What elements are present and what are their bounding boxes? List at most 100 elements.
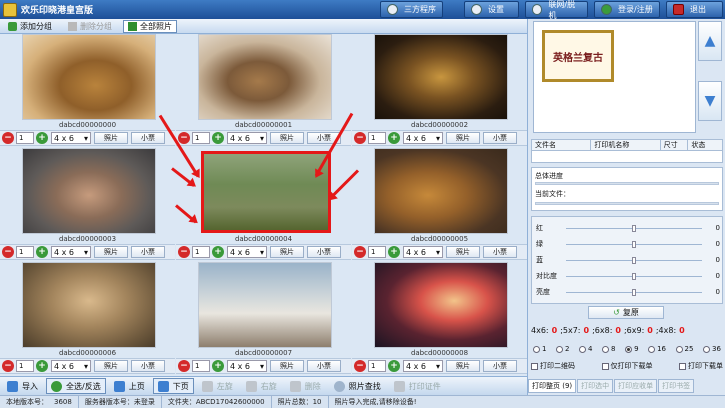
ticket-button[interactable]: 小票 [131,132,165,144]
ticket-button[interactable]: 小票 [483,132,517,144]
plus-icon[interactable]: + [212,132,224,144]
photo-button[interactable]: 照片 [446,132,480,144]
minus-icon[interactable]: − [2,132,14,144]
photo-search-button[interactable]: 照片查找 [329,378,386,394]
ticket-button[interactable]: 小票 [307,246,341,258]
quantity-input[interactable]: 1 [16,360,34,372]
ticket-button[interactable]: 小票 [131,360,165,372]
quantity-input[interactable]: 1 [192,246,210,258]
add-group-button[interactable]: 添加分组 [3,20,57,33]
photo-button[interactable]: 照片 [446,360,480,372]
photo-button[interactable]: 照片 [270,360,304,372]
preview-template[interactable]: 英格兰复古 [542,30,614,82]
print-qrcode-checkbox[interactable]: 打印二维码 [531,361,575,371]
import-button[interactable]: 导入 [2,378,43,394]
radio-36[interactable]: 36 [703,345,721,353]
login-button[interactable]: 登录/注册 [594,1,660,18]
plus-icon[interactable]: + [388,132,400,144]
reset-button[interactable]: ↺ 复原 [588,306,664,319]
scroll-down-button[interactable]: ▼ [698,81,722,121]
photo-thumbnail[interactable] [22,34,156,120]
slider-thumb[interactable] [632,256,636,264]
minus-icon[interactable]: − [2,246,14,258]
plus-icon[interactable]: + [212,246,224,258]
photo-button[interactable]: 照片 [270,132,304,144]
rotate-left-button[interactable]: 左旋 [197,378,238,394]
print-id-button[interactable]: 打印证件 [389,378,446,394]
minus-icon[interactable]: − [354,246,366,258]
photo-thumbnail[interactable] [198,34,332,120]
photo-thumbnail[interactable] [198,262,332,348]
print-receivable-button[interactable]: 打印应收单 [614,379,658,393]
delete-button[interactable]: 删除 [285,378,326,394]
photo-button[interactable]: 照片 [270,246,304,258]
size-select[interactable]: 4 x 6 ▾ [403,132,443,144]
slider-green[interactable]: 绿 0 [532,237,724,251]
print-page-button[interactable]: 打印整页 (9) [528,379,577,393]
minus-icon[interactable]: − [354,360,366,372]
size-select[interactable]: 4 x 6 ▾ [403,246,443,258]
size-select[interactable]: 4 x 6 ▾ [51,360,91,372]
plus-icon[interactable]: + [36,132,48,144]
radio-16[interactable]: 16 [648,345,666,353]
print-download-checkbox[interactable]: 打印下载单 [679,361,723,371]
photo-thumbnail[interactable] [374,148,508,234]
plus-icon[interactable]: + [36,246,48,258]
minus-icon[interactable]: − [178,132,190,144]
photo-thumbnail-selected[interactable] [201,151,331,233]
photo-button[interactable]: 照片 [94,132,128,144]
quantity-input[interactable]: 1 [368,246,386,258]
quantity-input[interactable]: 1 [368,360,386,372]
plus-icon[interactable]: + [212,360,224,372]
third-party-button[interactable]: 三方程序 [380,1,443,18]
radio-2[interactable]: 2 [556,345,569,353]
slider-thumb[interactable] [632,224,636,232]
network-button[interactable]: 联网/脱机 [525,0,588,20]
slider-red[interactable]: 红 0 [532,221,724,235]
plus-icon[interactable]: + [388,246,400,258]
slider-thumb[interactable] [632,240,636,248]
select-all-button[interactable]: 全选/反选 [46,378,106,394]
prev-page-button[interactable]: 上页 [109,378,150,394]
plus-icon[interactable]: + [36,360,48,372]
ticket-button[interactable]: 小票 [307,360,341,372]
ticket-button[interactable]: 小票 [483,246,517,258]
size-select[interactable]: 4 x 6 ▾ [403,360,443,372]
quantity-input[interactable]: 1 [16,132,34,144]
slider-thumb[interactable] [632,288,636,296]
size-select[interactable]: 4 x 6 ▾ [51,246,91,258]
minus-icon[interactable]: − [178,360,190,372]
quantity-input[interactable]: 1 [368,132,386,144]
minus-icon[interactable]: − [178,246,190,258]
next-page-button[interactable]: 下页 [152,378,194,394]
quantity-input[interactable]: 1 [192,360,210,372]
print-selected-button[interactable]: 打印选中 [577,379,614,393]
ticket-button[interactable]: 小票 [483,360,517,372]
print-queue-list[interactable] [531,151,723,163]
quantity-input[interactable]: 1 [16,246,34,258]
ticket-button[interactable]: 小票 [131,246,165,258]
photo-thumbnail[interactable] [22,148,156,234]
radio-25[interactable]: 25 [675,345,693,353]
radio-9[interactable]: 9 [625,345,639,353]
photo-button[interactable]: 照片 [94,360,128,372]
all-photos-tab[interactable]: 全部照片 [123,19,177,33]
scroll-up-button[interactable]: ▲ [698,21,722,61]
minus-icon[interactable]: − [354,132,366,144]
size-select[interactable]: 4 x 6 ▾ [227,360,267,372]
print-bookmark-button[interactable]: 打印书签 [658,379,695,393]
slider-blue[interactable]: 蓝 0 [532,253,724,267]
size-select[interactable]: 4 x 6 ▾ [51,132,91,144]
size-select[interactable]: 4 x 6 ▾ [227,246,267,258]
photo-button[interactable]: 照片 [94,246,128,258]
radio-4[interactable]: 4 [579,345,593,353]
photo-button[interactable]: 照片 [446,246,480,258]
delete-group-button[interactable]: 删除分组 [63,20,117,33]
radio-8[interactable]: 8 [602,345,616,353]
photo-thumbnail[interactable] [22,262,156,348]
minus-icon[interactable]: − [2,360,14,372]
only-download-checkbox[interactable]: 仅打印下载单 [601,361,653,371]
exit-button[interactable]: 退出 [666,1,723,18]
plus-icon[interactable]: + [388,360,400,372]
size-select[interactable]: 4 x 6 ▾ [227,132,267,144]
